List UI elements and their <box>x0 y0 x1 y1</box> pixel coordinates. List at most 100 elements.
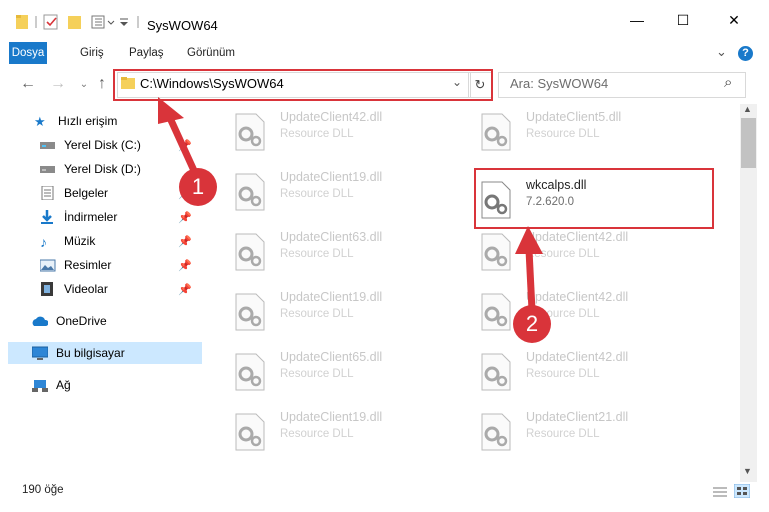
scroll-down-icon[interactable]: ▼ <box>743 466 752 476</box>
sidebar-item-local-disk-c[interactable]: Yerel Disk (C:) 📌 <box>8 134 202 156</box>
ribbon <box>0 40 769 66</box>
large-icons-view-icon[interactable] <box>734 484 750 498</box>
file-item[interactable]: UpdateClient19.dll Resource DLL <box>230 286 460 338</box>
file-description: Resource DLL <box>526 248 600 260</box>
item-count: 190 öğe <box>22 484 64 496</box>
sidebar-item-label: Belgeler <box>64 186 109 200</box>
file-item[interactable]: UpdateClient65.dll Resource DLL <box>230 346 460 398</box>
tab-file[interactable]: Dosya <box>9 42 47 64</box>
documents-icon <box>41 186 54 200</box>
file-item[interactable]: UpdateClient42.dll Resource DLL <box>476 226 706 278</box>
sidebar-item-quick-access[interactable]: ★ Hızlı erişim <box>8 110 202 132</box>
sidebar-item-label: Yerel Disk (D:) <box>64 162 141 176</box>
download-icon <box>41 210 53 224</box>
dll-file-icon <box>235 413 265 451</box>
dll-file-icon <box>481 413 511 451</box>
file-description: Resource DLL <box>280 368 354 380</box>
sidebar-item-pictures[interactable]: Resimler 📌 <box>8 254 202 276</box>
file-description: Resource DLL <box>526 128 600 140</box>
star-icon: ★ <box>34 114 46 129</box>
folder-icon <box>16 15 28 29</box>
dll-file-icon <box>481 353 511 391</box>
close-button[interactable]: ✕ <box>706 0 762 40</box>
computer-icon <box>32 346 48 360</box>
address-highlight-box <box>113 69 493 101</box>
step-1-badge: 1 <box>179 168 217 206</box>
dll-file-icon <box>481 293 511 331</box>
sidebar-item-label: Ağ <box>56 378 71 392</box>
sidebar-item-network[interactable]: Ağ <box>8 374 202 396</box>
sidebar-item-label: Hızlı erişim <box>58 114 118 128</box>
file-highlight-box <box>474 168 714 229</box>
sidebar-item-label: Bu bilgisayar <box>56 346 125 360</box>
details-view-icon[interactable] <box>712 486 728 498</box>
tab-share[interactable]: Paylaş <box>119 42 174 64</box>
help-icon[interactable]: ? <box>738 46 753 61</box>
sidebar-item-label: OneDrive <box>56 314 107 328</box>
pin-icon[interactable]: 📌 <box>178 283 192 296</box>
file-name: UpdateClient63.dll <box>280 230 383 244</box>
search-placeholder: Ara: SysWOW64 <box>510 76 609 91</box>
dll-file-icon <box>235 173 265 211</box>
step-2-badge: 2 <box>513 305 551 343</box>
videos-icon <box>41 282 53 296</box>
file-item[interactable]: UpdateClient63.dll Resource DLL <box>230 226 460 278</box>
sidebar-item-downloads[interactable]: İndirmeler 📌 <box>8 206 202 228</box>
pin-icon[interactable]: 📌 <box>178 139 192 152</box>
back-button[interactable]: ← <box>16 74 40 94</box>
file-description: Resource DLL <box>526 368 600 380</box>
dll-file-icon <box>235 353 265 391</box>
minimize-button[interactable]: — <box>614 0 660 40</box>
properties-icon <box>43 14 58 30</box>
file-name: UpdateClient65.dll <box>280 350 383 364</box>
file-description: Resource DLL <box>280 188 354 200</box>
music-icon: ♪ <box>40 234 47 250</box>
forward-button[interactable]: → <box>46 74 70 94</box>
file-description: Resource DLL <box>526 428 600 440</box>
file-name: UpdateClient42.dll <box>526 350 629 364</box>
file-item[interactable]: UpdateClient21.dll Resource DLL <box>476 406 706 458</box>
sidebar-item-local-disk-d[interactable]: Yerel Disk (D:) <box>8 158 202 180</box>
file-item[interactable]: UpdateClient19.dll Resource DLL <box>230 406 460 458</box>
pin-icon[interactable]: 📌 <box>178 235 192 248</box>
file-name: UpdateClient21.dll <box>526 410 629 424</box>
file-item[interactable]: UpdateClient19.dll Resource DLL <box>230 166 460 218</box>
pin-icon[interactable]: 📌 <box>178 259 192 272</box>
dll-file-icon <box>481 233 511 271</box>
tab-view[interactable]: Görünüm <box>177 42 245 64</box>
sidebar-item-videos[interactable]: Videolar 📌 <box>8 278 202 300</box>
file-name: UpdateClient5.dll <box>526 110 622 124</box>
file-name: UpdateClient19.dll <box>280 170 383 184</box>
file-description: Resource DLL <box>280 248 354 260</box>
file-description: Resource DLL <box>280 128 354 140</box>
new-folder-icon <box>68 16 81 29</box>
up-button[interactable]: ↑ <box>90 74 114 94</box>
file-name: UpdateClient42.dll <box>280 110 383 124</box>
sidebar-item-music[interactable]: ♪ Müzik 📌 <box>8 230 202 252</box>
sidebar-item-documents[interactable]: Belgeler 📌 <box>8 182 202 204</box>
file-item[interactable]: UpdateClient42.dll Resource DLL <box>230 106 460 158</box>
file-name: UpdateClient42.dll <box>526 230 629 244</box>
scrollbar-thumb[interactable] <box>741 118 756 168</box>
file-item[interactable]: UpdateClient5.dll Resource DLL <box>476 106 706 158</box>
drive-icon <box>40 166 55 173</box>
scroll-up-icon[interactable]: ▲ <box>743 104 752 114</box>
customize-toolbar-icon <box>120 18 128 26</box>
tab-home[interactable]: Giriş <box>70 42 114 64</box>
file-name: UpdateClient42.dll <box>526 290 629 304</box>
sidebar-item-onedrive[interactable]: OneDrive <box>8 310 202 332</box>
search-icon: ⌕ <box>724 74 733 91</box>
ribbon-expand-icon[interactable]: ⌄ <box>716 44 727 60</box>
sidebar-item-label: Yerel Disk (C:) <box>64 138 141 152</box>
sidebar-item-label: İndirmeler <box>64 210 118 224</box>
pin-icon[interactable]: 📌 <box>178 211 192 224</box>
sidebar-item-label: Müzik <box>64 234 96 248</box>
sidebar-item-this-pc[interactable]: Bu bilgisayar <box>8 342 202 364</box>
file-item[interactable]: UpdateClient42.dll Resource DLL <box>476 286 706 338</box>
file-item[interactable]: UpdateClient42.dll Resource DLL <box>476 346 706 398</box>
sidebar-item-label: Videolar <box>64 282 108 296</box>
dll-file-icon <box>481 113 511 151</box>
quick-access-toolbar <box>16 14 139 30</box>
file-name: UpdateClient19.dll <box>280 410 383 424</box>
maximize-button[interactable]: ☐ <box>660 0 706 40</box>
